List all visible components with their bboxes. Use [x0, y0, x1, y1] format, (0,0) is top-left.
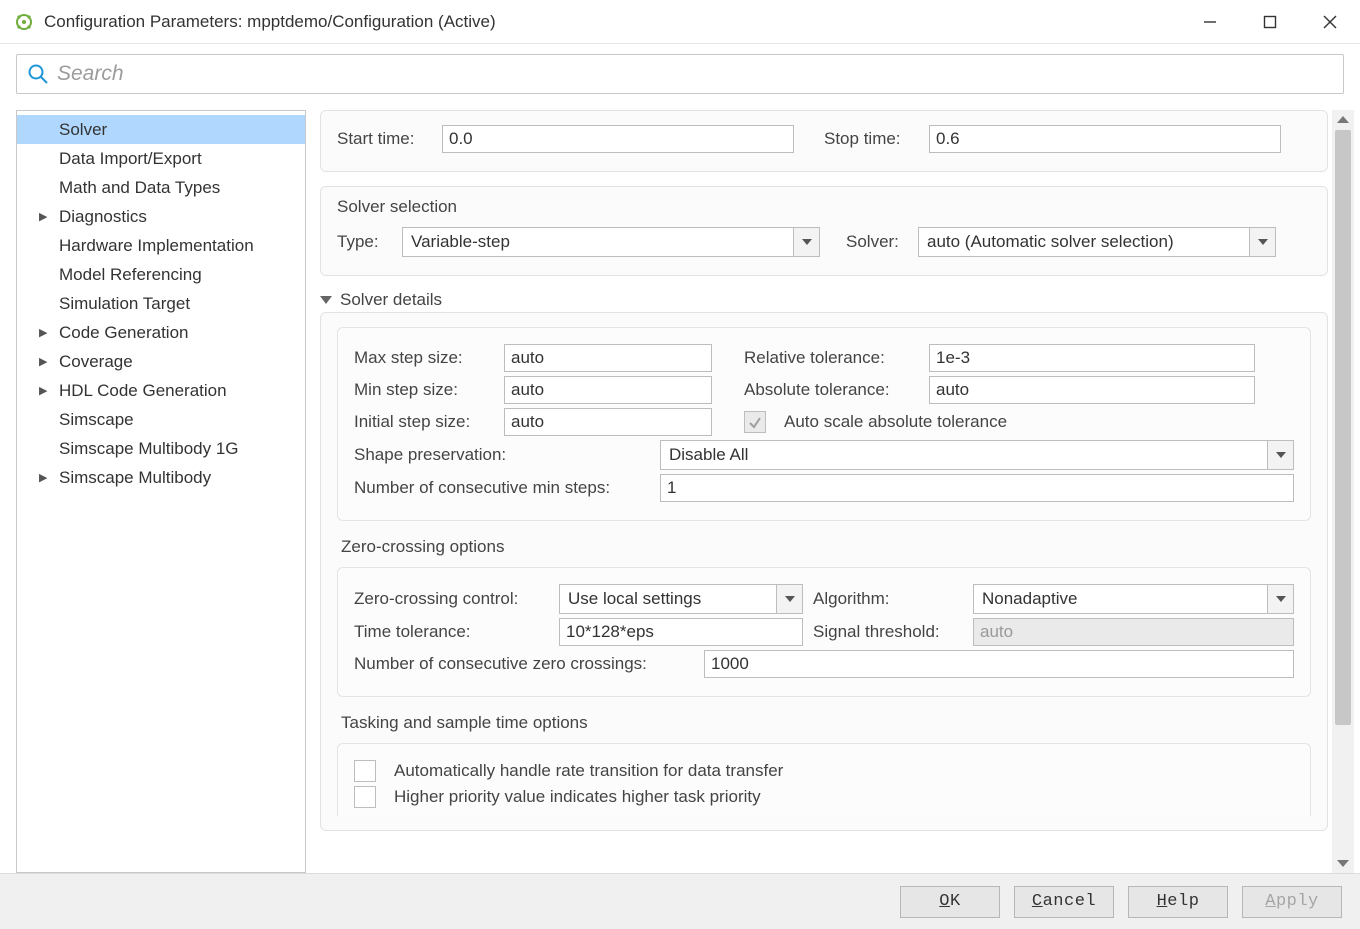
sidebar-item-solver[interactable]: Solver: [17, 115, 305, 144]
shape-label: Shape preservation:: [354, 445, 650, 465]
sidebar-item-diagnostics[interactable]: ▶ Diagnostics: [17, 202, 305, 231]
caret-right-icon: ▶: [39, 326, 57, 339]
ok-button[interactable]: OK: [900, 886, 1000, 918]
sidebar-item-math-and-data-types[interactable]: Math and Data Types: [17, 173, 305, 202]
zc-sig-thresh-input: [973, 618, 1294, 646]
minimize-button[interactable]: [1180, 0, 1240, 44]
footer: OK Cancel Help Apply: [0, 873, 1360, 929]
caret-right-icon: ▶: [39, 210, 57, 223]
type-dropdown[interactable]: Variable-step: [402, 227, 820, 257]
sidebar-item-simulation-target[interactable]: Simulation Target: [17, 289, 305, 318]
sidebar-item-code-generation[interactable]: ▶ Code Generation: [17, 318, 305, 347]
inner-solver-details: Max step size: Relative tolerance: Min s…: [337, 327, 1311, 521]
sidebar-item-simscape[interactable]: Simscape: [17, 405, 305, 434]
search-box[interactable]: [16, 54, 1344, 94]
stop-time-input[interactable]: [929, 125, 1281, 153]
higher-priority-label: Higher priority value indicates higher t…: [394, 787, 761, 807]
max-step-input[interactable]: [504, 344, 712, 372]
chevron-down-icon: [776, 585, 802, 613]
abs-tol-label: Absolute tolerance:: [744, 380, 919, 400]
sidebar-item-simscape-multibody[interactable]: ▶ Simscape Multibody: [17, 463, 305, 492]
auto-scale-checkbox[interactable]: [744, 411, 766, 433]
sidebar-item-simscape-multibody-1g[interactable]: Simscape Multibody 1G: [17, 434, 305, 463]
min-steps-input[interactable]: [660, 474, 1294, 502]
abs-tol-input[interactable]: [929, 376, 1255, 404]
min-steps-label: Number of consecutive min steps:: [354, 478, 650, 498]
shape-dropdown[interactable]: Disable All: [660, 440, 1294, 470]
chevron-down-icon: [1267, 585, 1293, 613]
init-step-label: Initial step size:: [354, 412, 494, 432]
chevron-down-icon: [1249, 228, 1275, 256]
type-label: Type:: [337, 232, 392, 252]
higher-priority-checkbox[interactable]: [354, 786, 376, 808]
help-button[interactable]: Help: [1128, 886, 1228, 918]
ok-label-rest: K: [950, 892, 961, 911]
sidebar-item-hardware-implementation[interactable]: Hardware Implementation: [17, 231, 305, 260]
apply-button[interactable]: Apply: [1242, 886, 1342, 918]
start-time-input[interactable]: [442, 125, 794, 153]
search-input[interactable]: [57, 60, 1333, 88]
solver-label: Solver:: [846, 232, 908, 252]
sidebar-item-hdl-code-generation[interactable]: ▶ HDL Code Generation: [17, 376, 305, 405]
close-button[interactable]: [1300, 0, 1360, 44]
caret-right-icon: ▶: [39, 355, 57, 368]
zc-time-tol-input[interactable]: [559, 618, 803, 646]
auto-scale-label: Auto scale absolute tolerance: [784, 412, 1007, 432]
rel-tol-label: Relative tolerance:: [744, 348, 919, 368]
sidebar-item-coverage[interactable]: ▶ Coverage: [17, 347, 305, 376]
app-icon: [14, 12, 34, 32]
vertical-scrollbar[interactable]: [1332, 110, 1354, 873]
min-step-input[interactable]: [504, 376, 712, 404]
auto-rate-transition-checkbox[interactable]: [354, 760, 376, 782]
search-icon: [27, 63, 49, 85]
start-time-label: Start time:: [337, 129, 432, 149]
cancel-button[interactable]: Cancel: [1014, 886, 1114, 918]
scrollbar-thumb[interactable]: [1335, 130, 1351, 725]
sidebar: Solver Data Import/Export Math and Data …: [16, 110, 306, 873]
tasking-title: Tasking and sample time options: [341, 713, 1311, 733]
chevron-down-icon: [793, 228, 819, 256]
rel-tol-input[interactable]: [929, 344, 1255, 372]
init-step-input[interactable]: [504, 408, 712, 436]
zc-control-label: Zero-crossing control:: [354, 589, 549, 609]
zc-consec-label: Number of consecutive zero crossings:: [354, 654, 694, 674]
panel-simulation-time: Start time: Stop time:: [320, 110, 1328, 172]
zc-time-tol-label: Time tolerance:: [354, 622, 549, 642]
panel-solver-selection: Solver selection Type: Variable-step Sol…: [320, 186, 1328, 276]
caret-right-icon: ▶: [39, 384, 57, 397]
solver-dropdown[interactable]: auto (Automatic solver selection): [918, 227, 1276, 257]
auto-rate-transition-label: Automatically handle rate transition for…: [394, 761, 783, 781]
caret-right-icon: ▶: [39, 471, 57, 484]
titlebar: Configuration Parameters: mpptdemo/Confi…: [0, 0, 1360, 44]
chevron-down-icon: [1267, 441, 1293, 469]
min-step-label: Min step size:: [354, 380, 494, 400]
sidebar-item-model-referencing[interactable]: Model Referencing: [17, 260, 305, 289]
search-row: [0, 44, 1360, 102]
max-step-label: Max step size:: [354, 348, 494, 368]
solver-selection-title: Solver selection: [337, 197, 1311, 217]
content-pane: Start time: Stop time: Solver selection …: [320, 110, 1332, 873]
inner-tasking: Automatically handle rate transition for…: [337, 743, 1311, 816]
zc-algo-label: Algorithm:: [813, 589, 963, 609]
panel-solver-details: Max step size: Relative tolerance: Min s…: [320, 312, 1328, 831]
zero-crossing-title: Zero-crossing options: [341, 537, 1311, 557]
stop-time-label: Stop time:: [824, 129, 919, 149]
sidebar-item-data-import-export[interactable]: Data Import/Export: [17, 144, 305, 173]
zc-sig-thresh-label: Signal threshold:: [813, 622, 963, 642]
caret-down-icon: [320, 296, 332, 304]
zc-consec-input[interactable]: [704, 650, 1294, 678]
window-title: Configuration Parameters: mpptdemo/Confi…: [44, 12, 496, 32]
zc-control-dropdown[interactable]: Use local settings: [559, 584, 803, 614]
zc-algo-dropdown[interactable]: Nonadaptive: [973, 584, 1294, 614]
inner-zero-crossing: Zero-crossing control: Use local setting…: [337, 567, 1311, 697]
solver-details-collapser[interactable]: Solver details: [320, 290, 1328, 310]
maximize-button[interactable]: [1240, 0, 1300, 44]
